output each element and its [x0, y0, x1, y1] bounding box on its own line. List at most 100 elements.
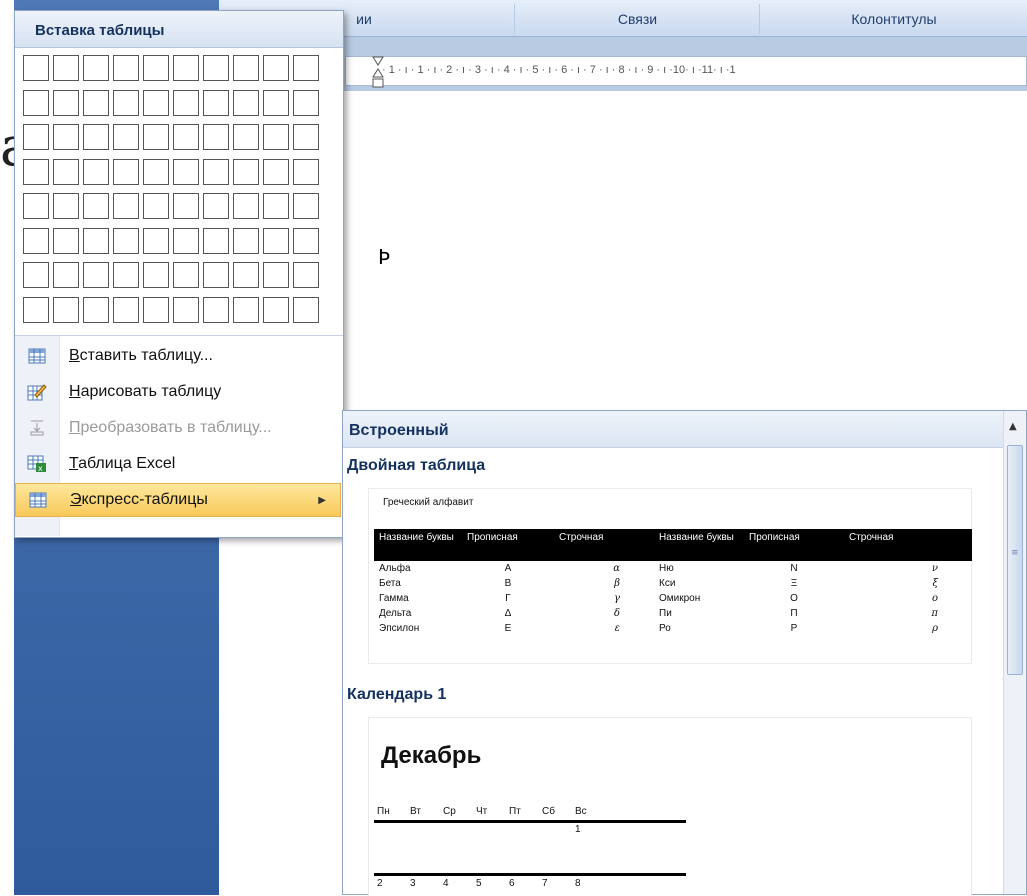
grid-cell[interactable] — [83, 296, 109, 323]
indent-marker-icon[interactable] — [372, 55, 384, 91]
quick-tables-item[interactable]: Экспресс-таблицы ▶ — [15, 483, 341, 517]
grid-cell[interactable] — [203, 124, 229, 150]
grid-cell[interactable] — [53, 227, 79, 254]
grid-cell[interactable] — [23, 158, 49, 185]
grid-cell[interactable] — [203, 89, 229, 116]
grid-cell[interactable] — [173, 193, 199, 219]
convert-to-table-item[interactable]: Преобразовать в таблицу... — [15, 411, 341, 445]
grid-cell[interactable] — [23, 124, 49, 150]
grid-cell[interactable] — [293, 158, 319, 185]
grid-cell[interactable] — [53, 55, 79, 81]
grid-cell[interactable] — [23, 262, 49, 288]
table-size-grid[interactable] — [23, 55, 319, 323]
grid-cell[interactable] — [203, 227, 229, 254]
calendar-preview[interactable]: Декабрь Пн Вт Ср Чт Пт Сб Вс 1 2 3 4 5 6 7 8 — [369, 718, 971, 896]
grid-cell[interactable] — [233, 296, 259, 323]
grid-cell[interactable] — [263, 296, 289, 323]
gallery-scrollbar[interactable]: ▲ ≡ — [1003, 411, 1026, 894]
grid-cell[interactable] — [173, 89, 199, 116]
grid-cell[interactable] — [113, 55, 139, 81]
grid-cell[interactable] — [143, 158, 169, 185]
grid-cell[interactable] — [173, 124, 199, 150]
grid-cell[interactable] — [113, 262, 139, 288]
grid-cell[interactable] — [143, 89, 169, 116]
grid-cell[interactable] — [173, 55, 199, 81]
grid-cell[interactable] — [23, 55, 49, 81]
grid-cell[interactable] — [53, 296, 79, 323]
grid-cell[interactable] — [113, 193, 139, 219]
grid-cell[interactable] — [293, 89, 319, 116]
grid-cell[interactable] — [293, 55, 319, 81]
grid-cell[interactable] — [203, 262, 229, 288]
table-cell: Эпсилон — [379, 623, 420, 634]
grid-cell[interactable] — [203, 296, 229, 323]
grid-cell[interactable] — [293, 124, 319, 150]
grid-cell[interactable] — [293, 193, 319, 219]
grid-cell[interactable] — [143, 124, 169, 150]
grid-cell[interactable] — [263, 227, 289, 254]
grid-cell[interactable] — [263, 193, 289, 219]
grid-cell[interactable] — [83, 55, 109, 81]
grid-cell[interactable] — [23, 89, 49, 116]
grid-cell[interactable] — [233, 262, 259, 288]
day-number: 1 — [575, 824, 581, 835]
grid-cell[interactable] — [143, 193, 169, 219]
grid-cell[interactable] — [83, 158, 109, 185]
excel-table-item[interactable]: x Таблица Excel — [15, 447, 341, 481]
grid-cell[interactable] — [53, 124, 79, 150]
grid-cell[interactable] — [53, 262, 79, 288]
grid-cell[interactable] — [173, 158, 199, 185]
grid-cell[interactable] — [173, 262, 199, 288]
grid-cell[interactable] — [173, 227, 199, 254]
grid-cell[interactable] — [233, 227, 259, 254]
double-table-preview[interactable]: Греческий алфавит Название буквы Прописн… — [369, 489, 972, 663]
grid-cell[interactable] — [263, 89, 289, 116]
ribbon-tab-header-footer[interactable]: Колонтитулы — [759, 4, 1027, 34]
grid-cell[interactable] — [113, 227, 139, 254]
grid-cell[interactable] — [143, 296, 169, 323]
grid-cell[interactable] — [203, 158, 229, 185]
grid-cell[interactable] — [233, 55, 259, 81]
grid-cell[interactable] — [113, 89, 139, 116]
grid-cell[interactable] — [263, 124, 289, 150]
grid-cell[interactable] — [263, 262, 289, 288]
grid-cell[interactable] — [233, 89, 259, 116]
grid-cell[interactable] — [23, 296, 49, 323]
grid-cell[interactable] — [23, 193, 49, 219]
grid-cell[interactable] — [233, 124, 259, 150]
calendar-weekdays: Пн Вт Ср Чт Пт Сб Вс — [377, 806, 608, 817]
grid-cell[interactable] — [23, 227, 49, 254]
grid-cell[interactable] — [263, 55, 289, 81]
grid-cell[interactable] — [203, 55, 229, 81]
grid-cell[interactable] — [113, 158, 139, 185]
grid-cell[interactable] — [203, 193, 229, 219]
grid-cell[interactable] — [293, 296, 319, 323]
grid-cell[interactable] — [53, 158, 79, 185]
grid-cell[interactable] — [263, 158, 289, 185]
convert-text-icon — [15, 419, 59, 437]
grid-cell[interactable] — [143, 55, 169, 81]
grid-cell[interactable] — [293, 262, 319, 288]
grid-cell[interactable] — [233, 193, 259, 219]
grid-cell[interactable] — [173, 296, 199, 323]
ribbon-tab-links[interactable]: Связи — [514, 4, 760, 34]
grid-cell[interactable] — [83, 193, 109, 219]
grid-cell[interactable] — [83, 124, 109, 150]
grid-cell[interactable] — [143, 262, 169, 288]
grid-cell[interactable] — [233, 158, 259, 185]
grid-cell[interactable] — [83, 89, 109, 116]
ribbon-tab-partial[interactable]: ии — [344, 4, 384, 34]
horizontal-ruler[interactable]: · 1 · ı · 1 · ı · 2 · ı · 3 · ı · 4 · ı … — [345, 56, 1027, 86]
grid-cell[interactable] — [293, 227, 319, 254]
draw-table-item[interactable]: Нарисовать таблицу — [15, 375, 341, 409]
grid-cell[interactable] — [53, 89, 79, 116]
scroll-up-arrow-icon[interactable]: ▲ — [1009, 421, 1017, 432]
grid-cell[interactable] — [143, 227, 169, 254]
grid-cell[interactable] — [83, 227, 109, 254]
grid-cell[interactable] — [83, 262, 109, 288]
scrollbar-thumb[interactable] — [1007, 445, 1023, 675]
grid-cell[interactable] — [113, 296, 139, 323]
grid-cell[interactable] — [113, 124, 139, 150]
insert-table-item[interactable]: Вставить таблицу... — [15, 339, 341, 373]
grid-cell[interactable] — [53, 193, 79, 219]
